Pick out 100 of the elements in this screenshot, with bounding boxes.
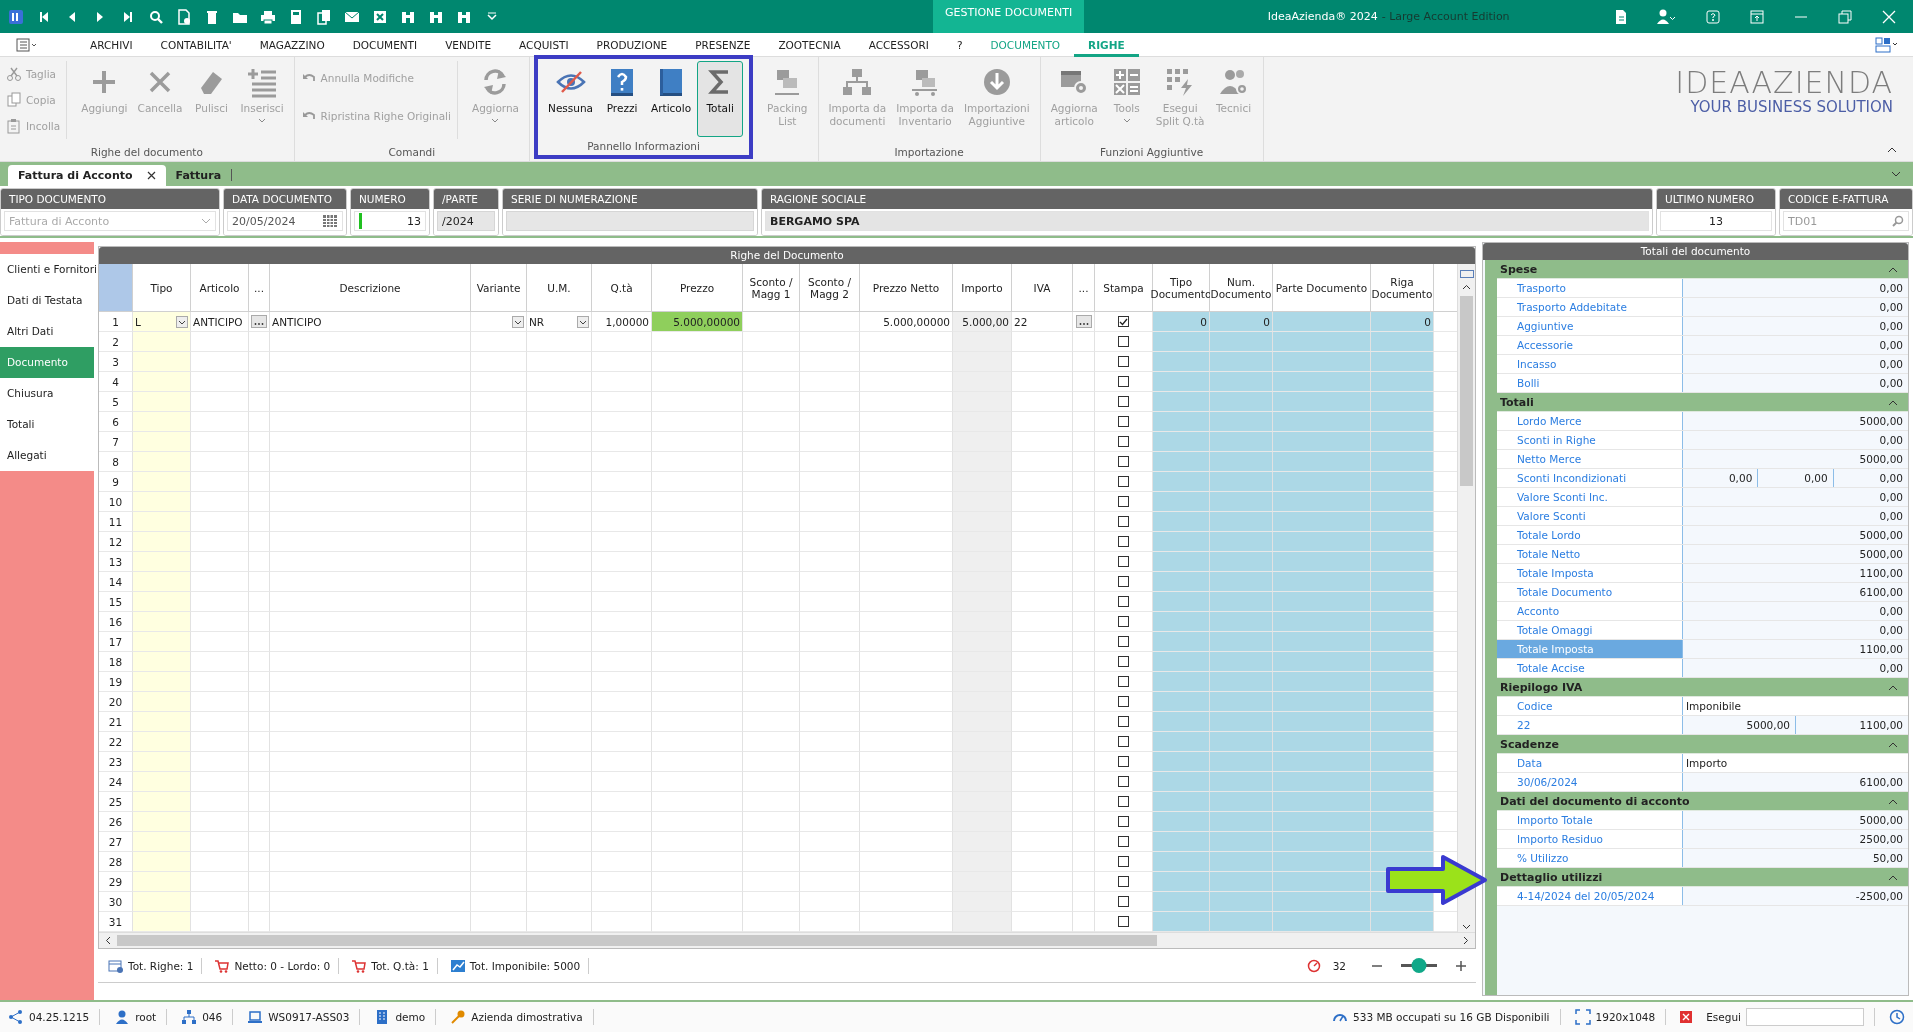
app-icon[interactable]	[8, 8, 24, 25]
column-header[interactable]: Descrizione	[270, 264, 471, 312]
menu-item[interactable]: CONTABILITA'	[146, 32, 246, 57]
menu-item[interactable]: VENDITE	[431, 32, 506, 57]
input-field[interactable]: 13	[354, 211, 426, 231]
nav-item[interactable]: Totali	[0, 409, 94, 440]
clock-icon[interactable]	[1889, 1009, 1905, 1025]
collapse-icon[interactable]	[1887, 146, 1897, 153]
column-header[interactable]: Sconto / Magg 2	[800, 264, 860, 312]
window-icon[interactable]	[1749, 8, 1765, 25]
checkbox[interactable]	[1118, 676, 1129, 687]
nav-item[interactable]: Clienti e Fornitori	[0, 254, 94, 285]
dropdown-button[interactable]	[512, 315, 524, 328]
checkbox[interactable]	[1118, 336, 1129, 347]
column-header[interactable]: Riga Documento	[1371, 264, 1434, 312]
checkbox[interactable]	[1118, 476, 1129, 487]
nav-item[interactable]: Dati di Testata	[0, 285, 94, 316]
user-icon[interactable]	[1657, 8, 1677, 25]
checkbox[interactable]	[1118, 796, 1129, 807]
printer-icon[interactable]	[260, 8, 276, 25]
input-field[interactable]: 13	[1660, 211, 1772, 231]
ribbon-button[interactable]: Nessuna	[544, 61, 598, 137]
section-header[interactable]: Dettaglio utilizzi	[1497, 868, 1908, 887]
checkbox[interactable]	[1118, 776, 1129, 787]
menu-item[interactable]: ZOOTECNIA	[764, 32, 855, 57]
column-header[interactable]: Q.tà	[592, 264, 652, 312]
section-header[interactable]: Spese	[1497, 260, 1908, 279]
checkbox[interactable]	[1118, 656, 1129, 667]
checkbox[interactable]	[1118, 456, 1129, 467]
column-header[interactable]: Prezzo Netto	[860, 264, 953, 312]
checkbox[interactable]	[1118, 556, 1129, 567]
checkbox[interactable]	[1118, 396, 1129, 407]
scrollbar-button[interactable]	[1459, 270, 1474, 278]
menu-icon[interactable]	[16, 37, 38, 52]
column-header[interactable]: Tipo Documento	[1153, 264, 1210, 312]
column-header[interactable]: Variante	[471, 264, 527, 312]
calculator-icon[interactable]	[288, 8, 304, 25]
column-header[interactable]: U.M.	[527, 264, 592, 312]
chevron-down-icon[interactable]	[1891, 171, 1901, 178]
dropdown-button[interactable]	[176, 315, 188, 328]
checkbox[interactable]	[1118, 736, 1129, 747]
checkbox[interactable]	[1118, 616, 1129, 627]
copy-icon[interactable]	[316, 8, 332, 25]
checkbox[interactable]	[1118, 636, 1129, 647]
checkbox[interactable]	[1118, 916, 1129, 927]
checkbox[interactable]	[1118, 516, 1129, 527]
checkbox[interactable]	[1118, 376, 1129, 387]
checkbox[interactable]	[1118, 356, 1129, 367]
layout-icon[interactable]	[1875, 36, 1899, 53]
restore-icon[interactable]	[1837, 8, 1853, 25]
nav-item[interactable]: Chiusura	[0, 378, 94, 409]
horizontal-scrollbar[interactable]	[99, 932, 1475, 948]
menu-item[interactable]: PRESENZE	[681, 32, 765, 57]
column-header[interactable]: ...	[1073, 264, 1095, 312]
column-header[interactable]: Parte Documento	[1273, 264, 1371, 312]
vertical-scrollbar[interactable]	[1457, 264, 1475, 932]
section-header[interactable]: Dati del documento di acconto	[1497, 792, 1908, 811]
help-icon[interactable]	[1705, 8, 1721, 25]
column-header[interactable]: Num. Documento	[1210, 264, 1273, 312]
checkbox[interactable]	[1118, 416, 1129, 427]
column-header[interactable]: Importo	[953, 264, 1012, 312]
checkbox[interactable]	[1118, 896, 1129, 907]
column-header[interactable]: Prezzo	[652, 264, 743, 312]
column-header[interactable]: Sconto / Magg 1	[743, 264, 800, 312]
checkbox[interactable]	[1118, 876, 1129, 887]
ribbon-button[interactable]: Prezzi	[599, 61, 646, 137]
excel-icon[interactable]	[372, 8, 388, 25]
input-field[interactable]: 20/05/2024	[227, 211, 343, 231]
slider-thumb[interactable]	[1411, 958, 1427, 973]
section-header[interactable]: Riepilogo IVA	[1497, 678, 1908, 697]
section-header[interactable]: Scadenze	[1497, 735, 1908, 754]
menu-item[interactable]: ACQUISTI	[505, 32, 583, 57]
column-header[interactable]: Tipo	[133, 264, 191, 312]
document-icon[interactable]	[1613, 8, 1629, 25]
checkbox[interactable]	[1118, 756, 1129, 767]
checkbox[interactable]	[1118, 316, 1129, 327]
column-header[interactable]: IVA	[1012, 264, 1073, 312]
search-icon[interactable]	[148, 8, 164, 25]
close-icon[interactable]	[146, 171, 156, 180]
document-tab[interactable]: Fattura	[165, 165, 232, 186]
section-header[interactable]: Totali	[1497, 393, 1908, 412]
new-document-icon[interactable]	[176, 8, 192, 25]
menu-item[interactable]: DOCUMENTI	[338, 32, 432, 57]
checkbox[interactable]	[1118, 576, 1129, 587]
checkbox[interactable]	[1118, 836, 1129, 847]
document-tab[interactable]: Fattura di Acconto	[8, 165, 166, 186]
calendar-icon[interactable]	[322, 214, 338, 228]
menu-item[interactable]: ACCESSORI	[854, 32, 943, 57]
checkbox[interactable]	[1118, 696, 1129, 707]
column-header[interactable]: ...	[249, 264, 270, 312]
nav-item[interactable]: Altri Dati	[0, 316, 94, 347]
column-header[interactable]: Articolo	[191, 264, 249, 312]
scroll-thumb[interactable]	[117, 935, 1157, 946]
menu-item[interactable]: PRODUZIONE	[582, 32, 682, 57]
menu-item[interactable]: ?	[942, 32, 977, 57]
menu-item[interactable]: MAGAZZINO	[245, 32, 339, 57]
ribbon-button[interactable]: Totali	[697, 61, 744, 137]
checkbox[interactable]	[1118, 596, 1129, 607]
dropdown-button[interactable]	[577, 315, 589, 328]
menu-item[interactable]: ARCHIVI	[76, 32, 147, 57]
